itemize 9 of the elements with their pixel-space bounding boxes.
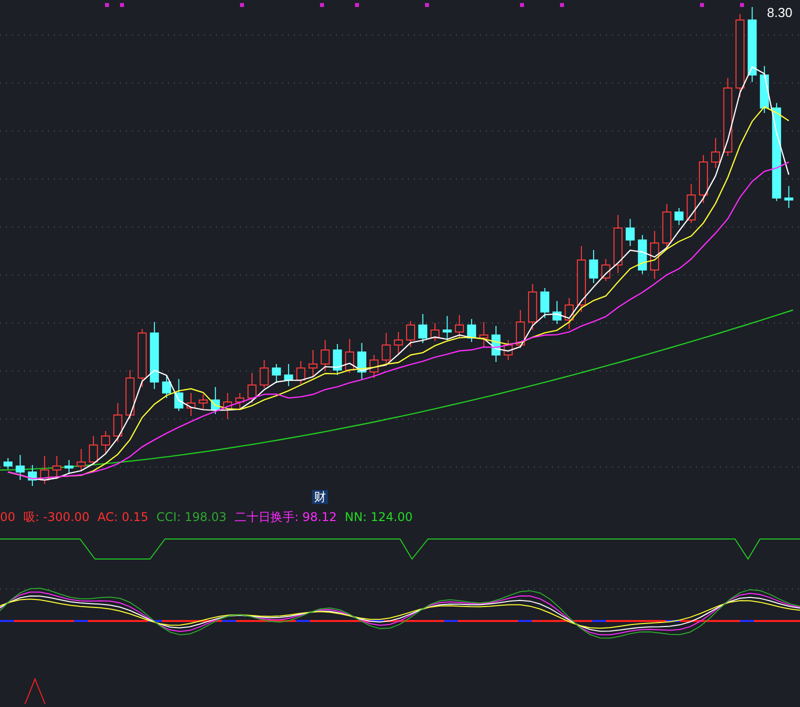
finance-badge[interactable]: 财: [312, 490, 328, 504]
signal-marker: [24, 678, 46, 704]
indicator-value: NN: 124.00: [344, 510, 413, 524]
indicator-value: CCI: 198.03: [156, 510, 227, 524]
high-price-label: 8.30: [767, 5, 792, 20]
indicator-value: 吸: -300.00: [23, 508, 90, 526]
indicator-value: 二十日换手: 98.12: [234, 508, 337, 526]
indicator-value: 00: [0, 510, 16, 524]
indicator-value: AC: 0.15: [97, 510, 148, 524]
